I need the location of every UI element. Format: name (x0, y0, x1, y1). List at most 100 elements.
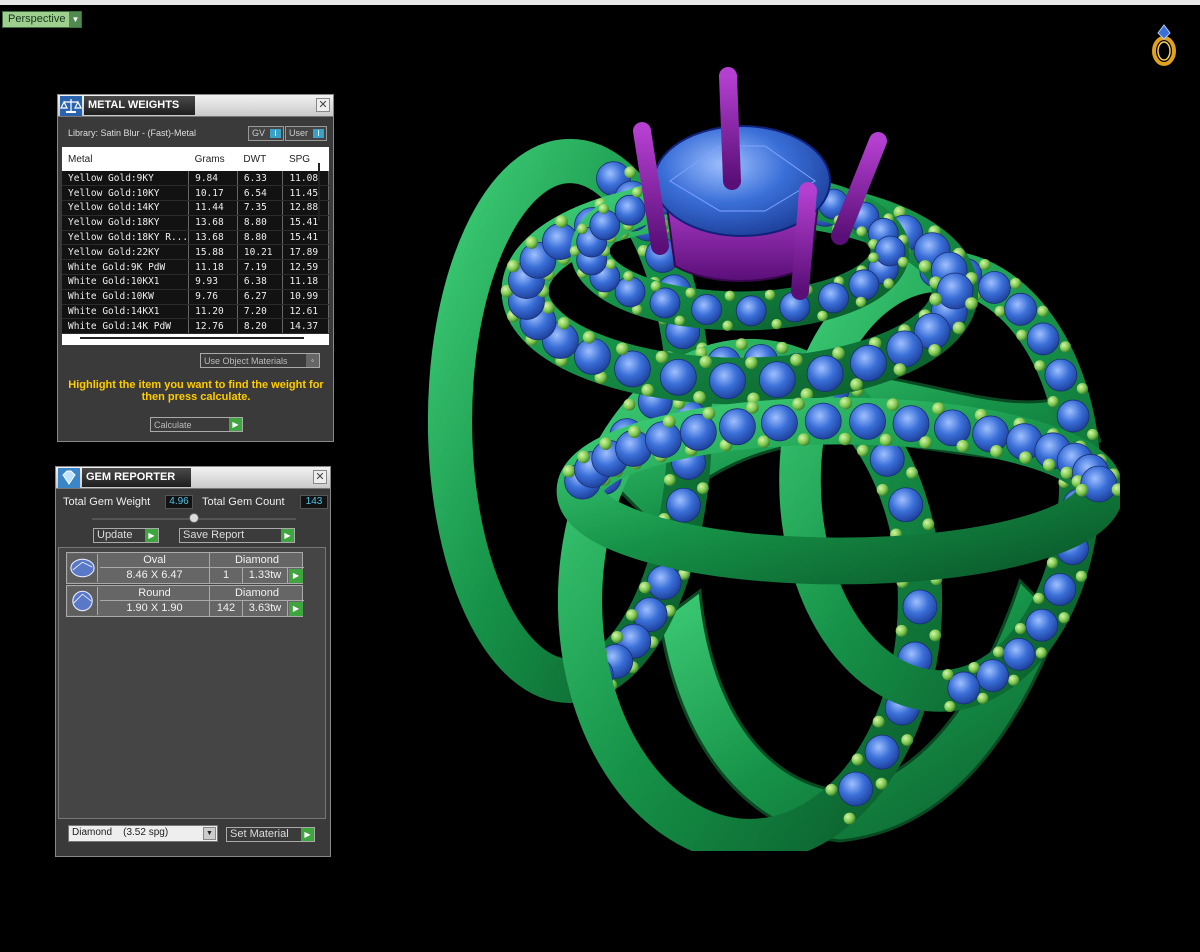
horizontal-scrollbar[interactable] (80, 337, 304, 339)
vertical-scrollbar[interactable] (318, 163, 320, 221)
gem-type: Diamond (210, 553, 304, 568)
prong-bead (979, 258, 991, 271)
table-cell: 6.54 (237, 185, 284, 202)
gem-weight: 3.63tw (243, 601, 288, 616)
report-slider-handle[interactable] (189, 513, 199, 523)
prong-bead (928, 344, 941, 357)
prong-bead (1019, 451, 1032, 464)
table-row[interactable]: White Gold:14KX1 11.20 7.20 12.61 (62, 304, 329, 320)
pave-gem (1025, 608, 1059, 642)
table-cell: Yellow Gold:9KY (62, 171, 190, 187)
material-select[interactable]: Diamond (3.52 spg) ▼ (68, 825, 218, 842)
table-row[interactable]: White Gold:10KX1 9.93 6.38 11.18 (62, 274, 329, 290)
calculate-button[interactable]: Calculate ▶ (150, 417, 243, 432)
prong-bead (623, 271, 634, 282)
oval-gem-icon (68, 554, 98, 582)
prong-bead (1060, 466, 1074, 480)
play-icon: ▶ (281, 529, 294, 542)
play-icon: ▶ (229, 418, 242, 431)
prong-bead (856, 226, 867, 237)
gem-row-oval[interactable]: Oval Diamond 8.46 X 6.47 1 1.33tw ▶ (66, 552, 304, 584)
table-row[interactable]: Yellow Gold:18KY R... 13.68 8.80 15.41 (62, 230, 329, 246)
table-cell: 14.37 (282, 318, 329, 335)
prong-bead (655, 350, 669, 364)
prong-bead (562, 464, 576, 478)
prong-bead (883, 278, 894, 289)
column-header[interactable]: Grams (188, 147, 238, 171)
table-cell: 15.41 (282, 215, 329, 231)
calculate-label: Calculate (154, 420, 192, 430)
prong-bead (776, 341, 789, 354)
table-cell: 10.21 (237, 244, 284, 261)
pave-gem (574, 338, 611, 375)
table-row[interactable]: White Gold:10KW 9.76 6.27 10.99 (62, 289, 329, 305)
table-cell: 17.89 (282, 244, 329, 261)
prong-bead (722, 320, 733, 332)
pave-gem (709, 362, 746, 400)
table-cell: White Gold:14K PdW (62, 318, 190, 335)
play-icon[interactable]: ▶ (289, 569, 303, 583)
close-button[interactable]: ✕ (313, 470, 327, 484)
play-icon[interactable]: ▶ (289, 602, 303, 616)
prong-bead (839, 396, 853, 410)
play-icon: ▶ (145, 529, 158, 542)
prong-bead (1034, 360, 1046, 372)
save-report-label: Save Report (183, 529, 245, 541)
save-report-button[interactable]: Save Report ▶ (179, 528, 295, 543)
table-cell: 13.68 (188, 215, 238, 231)
table-cell: 6.27 (237, 289, 284, 305)
toggle-indicator-icon: I (313, 129, 325, 138)
ring-3d-model[interactable] (420, 61, 1120, 851)
table-row[interactable]: Yellow Gold:9KY 9.84 6.33 11.08 (62, 171, 329, 187)
column-header[interactable]: SPG (282, 147, 329, 171)
prong-bead (922, 518, 935, 531)
table-cell: 11.45 (282, 185, 329, 202)
prong-bead (868, 252, 879, 263)
prong-bead (555, 215, 568, 228)
set-material-button[interactable]: Set Material ▶ (226, 827, 315, 842)
library-label: Library: Satin Blur - (Fast)-Metal (68, 128, 197, 138)
pave-gem (679, 413, 717, 451)
prong-bead (790, 353, 803, 367)
user-toggle[interactable]: User I (285, 126, 328, 141)
table-row[interactable]: Yellow Gold:22KY 15.88 10.21 17.89 (62, 244, 329, 261)
column-header[interactable]: Metal (62, 147, 189, 171)
gem-report-icon (58, 468, 80, 488)
prong-bead (771, 318, 782, 330)
table-row[interactable]: Yellow Gold:10KY 10.17 6.54 11.45 (62, 185, 329, 202)
table-row[interactable]: White Gold:14K PdW 12.76 8.20 14.37 (62, 318, 329, 335)
table-cell: 12.76 (188, 318, 238, 335)
gem-row-round[interactable]: Round Diamond 1.90 X 1.90 142 3.63tw ▶ (66, 585, 304, 617)
view-mode-dropdown[interactable]: Perspective ▼ (2, 11, 83, 28)
table-cell: 8.20 (237, 318, 284, 335)
pave-gem (1044, 358, 1078, 392)
prong-bead (1016, 329, 1028, 341)
ring-icon[interactable] (1148, 19, 1182, 67)
table-row[interactable]: Yellow Gold:18KY 13.68 8.80 15.41 (62, 215, 329, 231)
head-prong (719, 67, 741, 190)
use-object-materials-button[interactable]: Use Object Materials ◦ (200, 353, 320, 368)
prong-bead (919, 436, 932, 449)
pave-gem (848, 269, 880, 301)
prong-bead (876, 483, 889, 496)
table-cell: 8.80 (237, 230, 284, 246)
gv-toggle[interactable]: GV I (248, 126, 285, 141)
prong-bead (746, 401, 759, 414)
prong-bead (1014, 622, 1027, 635)
prong-bead (1059, 341, 1072, 353)
close-button[interactable]: ✕ (316, 98, 330, 112)
gem-reporter-titlebar[interactable]: GEM REPORTER ✕ (56, 467, 330, 489)
table-cell: Yellow Gold:18KY R... (62, 230, 190, 246)
table-row[interactable]: White Gold:9K PdW 11.18 7.19 12.59 (62, 259, 329, 276)
pave-gem (666, 487, 701, 523)
column-header[interactable]: DWT (237, 147, 283, 171)
table-cell: White Gold:14KX1 (62, 304, 190, 320)
table-row[interactable]: Yellow Gold:14KY 11.44 7.35 12.88 (62, 200, 329, 216)
metal-weights-titlebar[interactable]: METAL WEIGHTS ✕ (58, 95, 333, 117)
pave-gem (838, 771, 874, 807)
table-cell: Yellow Gold:14KY (62, 200, 190, 216)
table-cell: 12.61 (282, 304, 329, 320)
update-button[interactable]: Update ▶ (93, 528, 159, 543)
pave-gem (1026, 322, 1060, 356)
pave-gem (972, 415, 1010, 453)
